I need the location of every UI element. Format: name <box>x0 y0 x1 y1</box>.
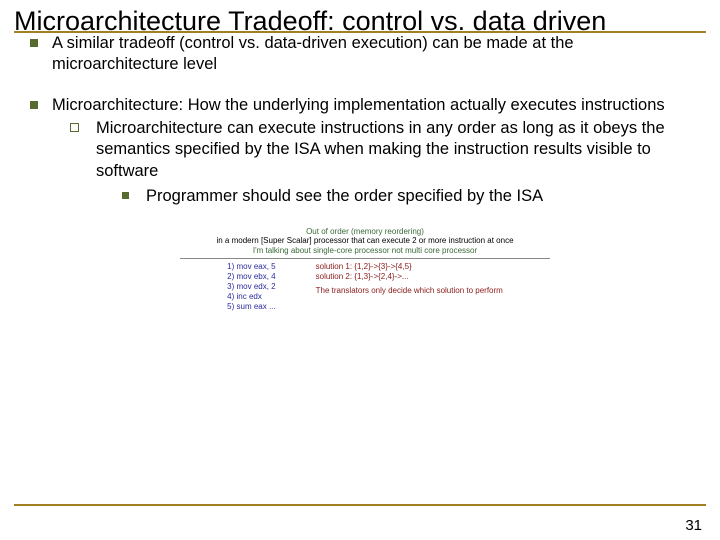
bullet-2-sublist: Microarchitecture can execute instructio… <box>52 118 700 206</box>
ann-left-2: 2) mov ebx, 4 <box>227 272 275 282</box>
bullet-2-1-1: Programmer should see the order specifie… <box>122 186 700 207</box>
annotation-top: Out of order (memory reordering) in a mo… <box>180 227 550 256</box>
annotation-col-left: 1) mov eax, 5 2) mov ebx, 4 3) mov edx, … <box>227 262 275 312</box>
ann-right-1: solution 1: {1,2}->{3}->{4,5} <box>316 262 503 272</box>
annotation: Out of order (memory reordering) in a mo… <box>180 227 550 312</box>
bullet-2-1: Microarchitecture can execute instructio… <box>70 118 700 206</box>
page-number: 31 <box>685 517 702 534</box>
annotation-line1: Out of order (memory reordering) <box>180 227 550 237</box>
ann-left-5: 5) sum eax ... <box>227 302 275 312</box>
slide: Microarchitecture Tradeoff: control vs. … <box>0 0 720 540</box>
footer-rule <box>14 504 706 506</box>
bullet-1-text: A similar tradeoff (control vs. data-dri… <box>52 34 574 73</box>
slide-body: A similar tradeoff (control vs. data-dri… <box>0 33 720 312</box>
bullet-2-1-sublist: Programmer should see the order specifie… <box>96 186 700 207</box>
bullet-2-1-text: Microarchitecture can execute instructio… <box>96 119 665 179</box>
ann-left-3: 3) mov edx, 2 <box>227 282 275 292</box>
annotation-col-right: solution 1: {1,2}->{3}->{4,5} solution 2… <box>316 262 503 312</box>
bullet-list: A similar tradeoff (control vs. data-dri… <box>30 33 700 207</box>
ann-right-3: The translators only decide which soluti… <box>316 286 503 296</box>
annotation-columns: 1) mov eax, 5 2) mov ebx, 4 3) mov edx, … <box>180 262 550 312</box>
ann-right-2: solution 2: {1,3}->{2,4}->... <box>316 272 503 282</box>
annotation-line3: I'm talking about single-core processor … <box>180 246 550 256</box>
annotation-rule <box>180 258 550 259</box>
bullet-2-text: Microarchitecture: How the underlying im… <box>52 96 665 114</box>
bullet-1: A similar tradeoff (control vs. data-dri… <box>30 33 700 75</box>
bullet-2: Microarchitecture: How the underlying im… <box>30 95 700 207</box>
ann-left-1: 1) mov eax, 5 <box>227 262 275 272</box>
ann-left-4: 4) inc edx <box>227 292 275 302</box>
annotation-line2: in a modern [Super Scalar] processor tha… <box>180 236 550 246</box>
bullet-2-1-1-text: Programmer should see the order specifie… <box>146 187 543 205</box>
